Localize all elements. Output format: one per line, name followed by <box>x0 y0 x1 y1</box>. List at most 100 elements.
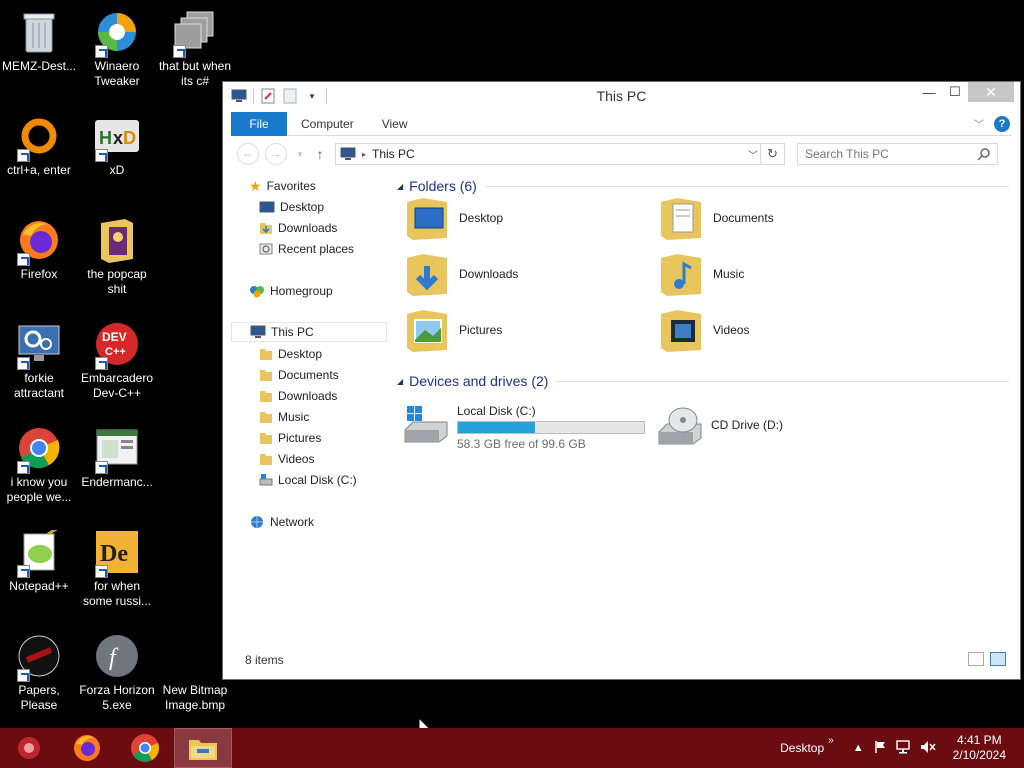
desktop-icon-forza[interactable]: f Forza Horizon 5.exe <box>78 632 156 713</box>
nav-item-this-pc[interactable]: This PC <box>231 322 387 342</box>
breadcrumb: ▸ This PC <box>340 147 415 161</box>
explorer-window: ▾ This PC — ☐ ✕ File Computer View ﹀ ? ←… <box>222 81 1021 680</box>
title-bar[interactable]: ▾ This PC — ☐ ✕ <box>223 82 1020 110</box>
desktop-icon-winaero[interactable]: Winaero Tweaker <box>78 8 156 89</box>
nav-item-pc-pictures[interactable]: Pictures <box>259 428 321 448</box>
view-switcher <box>968 652 1006 666</box>
address-bar[interactable]: ▸ This PC ﹀ ↻ <box>335 143 785 165</box>
taskbar: Desktop » ▲ 4:41 PM 2/10/2024 <box>0 728 1024 768</box>
papers-please-icon <box>15 632 63 682</box>
back-button[interactable]: ← <box>237 143 259 165</box>
nav-item-pc-desktop[interactable]: Desktop <box>259 344 322 364</box>
help-icon[interactable]: ? <box>994 115 1010 132</box>
desktop-icon-ctrl-a-enter[interactable]: ctrl+a, enter <box>0 112 78 178</box>
taskbar-firefox[interactable] <box>58 728 116 768</box>
svg-text:C++: C++ <box>105 346 126 358</box>
large-icons-view-icon[interactable] <box>990 652 1006 666</box>
folder-tile-videos[interactable]: Videos <box>659 306 749 354</box>
maximize-button[interactable]: ☐ <box>942 82 968 102</box>
shortcut-arrow-icon <box>95 357 108 370</box>
volume-muted-icon[interactable] <box>920 740 936 757</box>
up-button[interactable]: ↑ <box>311 146 329 162</box>
customize-toolbar-chevron-icon[interactable]: ▾ <box>304 88 320 104</box>
nav-item-favorites[interactable]: ★ Favorites <box>249 176 316 196</box>
nav-item-pc-music[interactable]: Music <box>259 407 309 427</box>
folder-tile-documents[interactable]: Documents <box>659 194 774 242</box>
clock-date: 2/10/2024 <box>952 748 1006 762</box>
folder-tile-music[interactable]: Music <box>659 250 744 298</box>
divider <box>556 380 1009 382</box>
desktop-icon-endermanch[interactable]: Endermanc... <box>78 424 156 490</box>
tab-computer[interactable]: Computer <box>287 112 368 136</box>
desktop-icon-forkie[interactable]: forkie attractant <box>0 320 78 401</box>
nav-item-fav-desktop[interactable]: Desktop <box>259 197 324 217</box>
nav-item-homegroup[interactable]: Homegroup <box>249 281 333 301</box>
shortcut-arrow-icon <box>17 669 30 682</box>
refresh-button[interactable]: ↻ <box>760 144 784 164</box>
breadcrumb-separator-icon: ▸ <box>362 149 367 159</box>
breadcrumb-item-this-pc[interactable]: This PC <box>372 147 415 161</box>
svg-text:x: x <box>113 128 123 148</box>
details-view-icon[interactable] <box>968 652 984 666</box>
new-folder-icon[interactable] <box>282 88 298 104</box>
system-tray: Desktop » ▲ 4:41 PM 2/10/2024 <box>780 728 1024 768</box>
start-button[interactable] <box>0 728 58 768</box>
nav-item-pc-documents[interactable]: Documents <box>259 365 339 385</box>
desktop-icon-papers-please[interactable]: Papers, Please <box>0 632 78 713</box>
desktop-icon-chrome[interactable]: i know you people we... <box>0 424 78 505</box>
homegroup-icon <box>250 286 264 298</box>
hxd-icon: HxD <box>93 112 141 162</box>
folder-tile-pictures[interactable]: Pictures <box>405 306 502 354</box>
desktop-icon-de[interactable]: De for when some russi... <box>78 528 156 609</box>
folder-tile-desktop[interactable]: Desktop <box>405 194 503 242</box>
tab-view[interactable]: View <box>368 112 422 136</box>
close-button[interactable]: ✕ <box>968 82 1014 102</box>
desktop-icon-devcpp[interactable]: DEV C++ Embarcadero Dev-C++ <box>78 320 156 401</box>
action-center-flag-icon[interactable] <box>874 740 886 757</box>
toolbar-chevron-icon[interactable]: » <box>828 735 834 746</box>
separator <box>253 88 254 104</box>
search-input[interactable]: Search This PC <box>797 143 998 165</box>
window-title: This PC <box>596 88 647 104</box>
nav-item-recent-places[interactable]: Recent places <box>259 239 354 259</box>
expand-ribbon-chevron-icon[interactable]: ﹀ <box>974 116 984 131</box>
ribbon-tabs: File Computer View ﹀ ? <box>231 111 1012 136</box>
network-tray-icon[interactable] <box>895 739 910 757</box>
nav-item-pc-videos[interactable]: Videos <box>259 449 314 469</box>
desktop-icon-notepadpp[interactable]: Notepad++ <box>0 528 78 594</box>
shortcut-arrow-icon <box>95 149 108 162</box>
item-count: 8 items <box>245 653 284 667</box>
properties-icon[interactable] <box>260 88 276 104</box>
minimize-button[interactable]: — <box>916 82 942 102</box>
shortcut-arrow-icon <box>17 565 30 578</box>
clock[interactable]: 4:41 PM 2/10/2024 <box>953 733 1006 763</box>
computer-icon[interactable] <box>231 88 247 104</box>
drive-tile-local-disk[interactable]: Local Disk (C:) 58.3 GB free of 99.6 GB <box>403 404 645 451</box>
desktop-icon-xd[interactable]: HxD xD <box>78 112 156 178</box>
show-hidden-icons-icon[interactable]: ▲ <box>853 742 864 754</box>
computer-icon <box>340 147 356 160</box>
nav-item-fav-downloads[interactable]: Downloads <box>259 218 337 238</box>
desktop-icon-that-but-when[interactable]: that but when its c# <box>156 8 234 89</box>
desktop-icon-recycle-bin[interactable]: MEMZ-Dest... <box>0 8 78 74</box>
drive-tile-cd-drive[interactable]: CD Drive (D:) <box>657 404 783 446</box>
forward-button[interactable]: → <box>265 143 287 165</box>
recent-locations-icon[interactable]: ▾ <box>293 149 307 160</box>
folder-tile-downloads[interactable]: Downloads <box>405 250 518 298</box>
folders-group-header[interactable]: ◢ Folders (6) <box>397 178 1009 194</box>
taskbar-file-explorer[interactable] <box>174 728 232 768</box>
desktop-icon-popcap[interactable]: the popcap shit <box>78 216 156 297</box>
desktop-icon-firefox[interactable]: Firefox <box>0 216 78 282</box>
devices-group-header[interactable]: ◢ Devices and drives (2) <box>397 373 1009 389</box>
tab-file[interactable]: File <box>231 111 287 136</box>
nav-item-pc-downloads[interactable]: Downloads <box>259 386 337 406</box>
nav-item-network[interactable]: Network <box>249 512 314 532</box>
search-placeholder: Search This PC <box>805 147 889 161</box>
nav-item-pc-local-disk[interactable]: Local Disk (C:) <box>259 470 357 490</box>
taskbar-chrome[interactable] <box>116 728 174 768</box>
drive-usage-bar <box>457 421 645 434</box>
desktop-icon <box>259 201 275 213</box>
desktop-toolbar-label[interactable]: Desktop <box>780 741 824 755</box>
address-history-dropdown-icon[interactable]: ﹀ <box>748 147 758 162</box>
drive-name: Local Disk (C:) <box>457 404 536 418</box>
